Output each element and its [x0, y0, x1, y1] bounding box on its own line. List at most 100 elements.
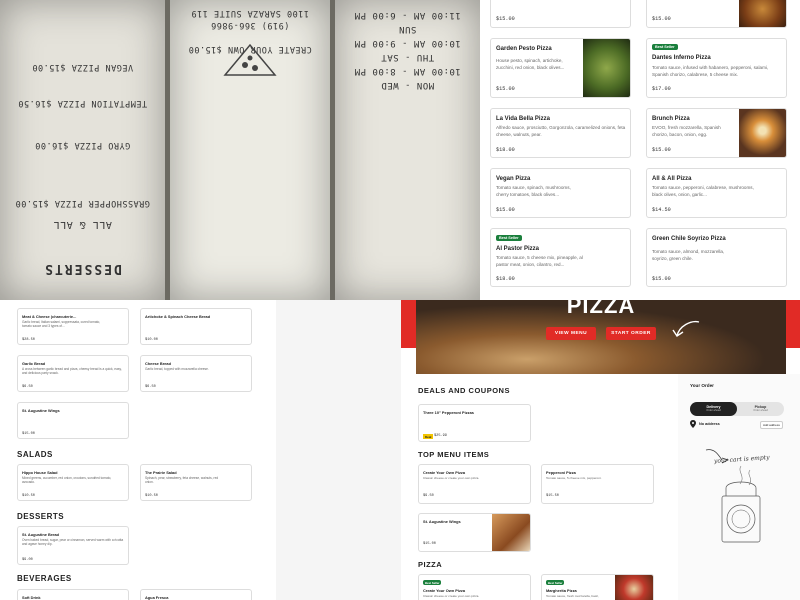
item-name: Artichoke & Spinach Cheese Bread: [145, 314, 211, 319]
hero-title: PIZZA: [566, 300, 636, 318]
pizza-photo: [739, 109, 786, 157]
address-text: No address: [699, 422, 720, 426]
menu-card[interactable]: The Prairie Salad Spinach, pear, strawbe…: [140, 464, 252, 501]
menu-card[interactable]: Best Seller Create Your Own Pizza Classi…: [418, 574, 531, 600]
order-title: Your Order: [690, 383, 714, 388]
menu-card[interactable]: St. Augustine Wings $15.00: [418, 513, 531, 552]
best-seller-badge: Best Seller: [546, 580, 565, 586]
deals-heading: DEALS AND COUPONS: [418, 386, 510, 395]
item-price: $15.00: [496, 207, 515, 213]
item-price: $6.50: [145, 385, 156, 389]
menu-card[interactable]: St. Augustine Wings $15.00: [17, 402, 129, 439]
best-seller-badge: Best Seller: [423, 580, 442, 586]
item-price: $15.50: [546, 494, 559, 498]
item-desc: Tomato sauce, 5 cheese mix, pepperoni.: [546, 476, 602, 480]
arrow-doodle-icon: [672, 320, 700, 337]
menu-card[interactable]: Garden Pesto Pizza House pesto, spinach,…: [490, 38, 631, 98]
item-desc: Tomato sauce, almond, mozzarella, soyriz…: [652, 249, 725, 261]
item-name: Meat & Cheese (charcuterie...: [22, 314, 77, 319]
menu-card[interactable]: Pepperoni Pizza Tomato sauce, 5 cheese m…: [541, 464, 654, 504]
item-desc: Oven baked bread, sugar, pear or cinnamo…: [22, 538, 124, 547]
item-desc: Tomato sauce, 5 cheese mix, pineapple, a…: [496, 255, 583, 267]
menu-card[interactable]: $15.00: [490, 0, 631, 28]
menu-card[interactable]: La Vida Bella Pizza Alfredo sauce, prosc…: [490, 108, 631, 158]
pizza-photo: [583, 39, 630, 97]
item-desc: Tomato sauce, pepperoni, calabrese, mush…: [652, 185, 754, 197]
deal-card[interactable]: Three 10" Pepperoni Pizzas Deal $25.99: [418, 404, 531, 442]
item-desc: Tomato sauce, fresh mozzarella, basil,: [546, 594, 599, 598]
fulfillment-toggle[interactable]: Delivery Order ahead Pickup Order ahead: [690, 402, 784, 416]
hours-line: 10:00 AM - 8:00 PM: [354, 66, 461, 76]
menu-card[interactable]: Garlic Bread A cross between garlic brea…: [17, 355, 129, 392]
item-name: Hippo House Salad: [22, 470, 58, 475]
view-menu-button[interactable]: VIEW MENU: [546, 327, 596, 340]
item-name: The Prairie Salad: [145, 470, 177, 475]
item-name: Brunch Pizza: [652, 116, 690, 122]
location-pin-icon: [690, 420, 696, 428]
item-price: $9.00: [22, 558, 33, 562]
menu-card[interactable]: Create Your Own Pizza Classic cheese or …: [418, 464, 531, 504]
item-desc: Classic cheese or create your own pizza.: [423, 594, 480, 598]
item-desc: House pesto, spinach, artichoke, zucchin…: [496, 58, 565, 70]
item-desc: EVOO, fresh mozzarella, Spanish chorizo,…: [652, 125, 721, 137]
empty-cart-illustration-icon: [705, 449, 761, 543]
menu-card[interactable]: Agua Fresca: [140, 589, 252, 600]
menu-card[interactable]: Meat & Cheese (charcuterie... Garlic bre…: [17, 308, 129, 345]
add-address-button[interactable]: Add address: [760, 421, 783, 429]
item-desc: Garlic bread, topped with mozzarella che…: [145, 367, 209, 371]
menu-card[interactable]: All & All Pizza Tomato sauce, pepperoni,…: [646, 168, 787, 218]
menu-card[interactable]: $15.00: [646, 0, 787, 28]
best-seller-badge: Best Seller: [652, 44, 678, 50]
item-price: $15.00: [652, 147, 671, 153]
menu-card[interactable]: Best Seller Margherita Pizza Tomato sauc…: [541, 574, 654, 600]
delivery-option[interactable]: Delivery Order ahead: [690, 402, 737, 416]
menu-line: ALL & ALL: [53, 219, 112, 230]
item-name: Al Pastor Pizza: [496, 246, 540, 252]
item-price: $18.00: [496, 147, 515, 153]
menu-card[interactable]: Brunch Pizza EVOO, fresh mozzarella, Spa…: [646, 108, 787, 158]
menu-card[interactable]: Soft Drink: [17, 589, 129, 600]
deal-price: $25.99: [434, 434, 447, 438]
menu-card[interactable]: Cheese Bread Garlic bread, topped with m…: [140, 355, 252, 392]
deal-name: Three 10" Pepperoni Pizzas: [423, 410, 474, 415]
item-price: $15.00: [423, 542, 436, 546]
start-order-button[interactable]: START ORDER: [606, 327, 656, 340]
menu-line: 1100 SARAZA SUITE 119: [191, 8, 309, 18]
pizza-photo: [615, 575, 653, 600]
item-price: $14.50: [652, 207, 671, 213]
pizza-heading: PIZZA: [418, 560, 443, 569]
hours-line: THU - SAT: [380, 52, 435, 62]
menu-card[interactable]: Green Chile Soyrizo Pizza Tomato sauce, …: [646, 228, 787, 287]
item-desc: Tomato sauce, infused with habanero, pep…: [652, 65, 769, 77]
item-price: $18.00: [496, 276, 515, 282]
section-heading: DESSERTS: [17, 512, 65, 521]
menu-card[interactable]: St. Augustine Bread Oven baked bread, su…: [17, 526, 129, 565]
delivery-sublabel: Order ahead: [706, 409, 721, 412]
item-name: Green Chile Soyrizo Pizza: [652, 236, 726, 242]
menu-card[interactable]: Best Seller Al Pastor Pizza Tomato sauce…: [490, 228, 631, 287]
item-name: Vegan Pizza: [496, 176, 531, 182]
menu-card[interactable]: Hippo House Salad Mixed greens, cucumber…: [17, 464, 129, 501]
item-name: Create Your Own Pizza: [423, 470, 466, 475]
pickup-option[interactable]: Pickup Order ahead: [737, 402, 784, 416]
item-desc: A cross between garlic bread and pizza, …: [22, 367, 122, 376]
menu-card[interactable]: Best Seller Dantes Inferno Pizza Tomato …: [646, 38, 787, 98]
menu-line: (919) 366-9866: [210, 20, 290, 30]
item-name: All & All Pizza: [652, 176, 692, 182]
best-seller-badge: Best Seller: [496, 235, 522, 241]
item-price: $10.50: [22, 494, 35, 498]
item-price: $10.50: [145, 494, 158, 498]
menu-card[interactable]: Vegan Pizza Tomato sauce, spinach, mushr…: [490, 168, 631, 218]
item-name: Agua Fresca: [145, 595, 169, 600]
paper-page-middle: CREATE YOUR OWN $15.00 (919) 366-9866 11…: [170, 0, 330, 300]
ordering-site: PIZZA VIEW MENU START ORDER DEALS AND CO…: [401, 300, 800, 600]
wings-photo: [492, 514, 530, 551]
hours-line: 11:00 AM - 6:00 PM: [354, 10, 461, 20]
item-name: Pepperoni Pizza: [546, 470, 576, 475]
hours-line: SUN: [398, 24, 417, 34]
paper-menu-photo: DESSERTS ALL & ALL GRASSHOPPER PIZZA $15…: [0, 0, 480, 300]
item-name: Garden Pesto Pizza: [496, 46, 552, 52]
hours-line: MON - WED: [380, 80, 435, 90]
menu-card[interactable]: Artichoke & Spinach Cheese Bread $10.00: [140, 308, 252, 345]
item-price: $15.00: [496, 86, 515, 92]
